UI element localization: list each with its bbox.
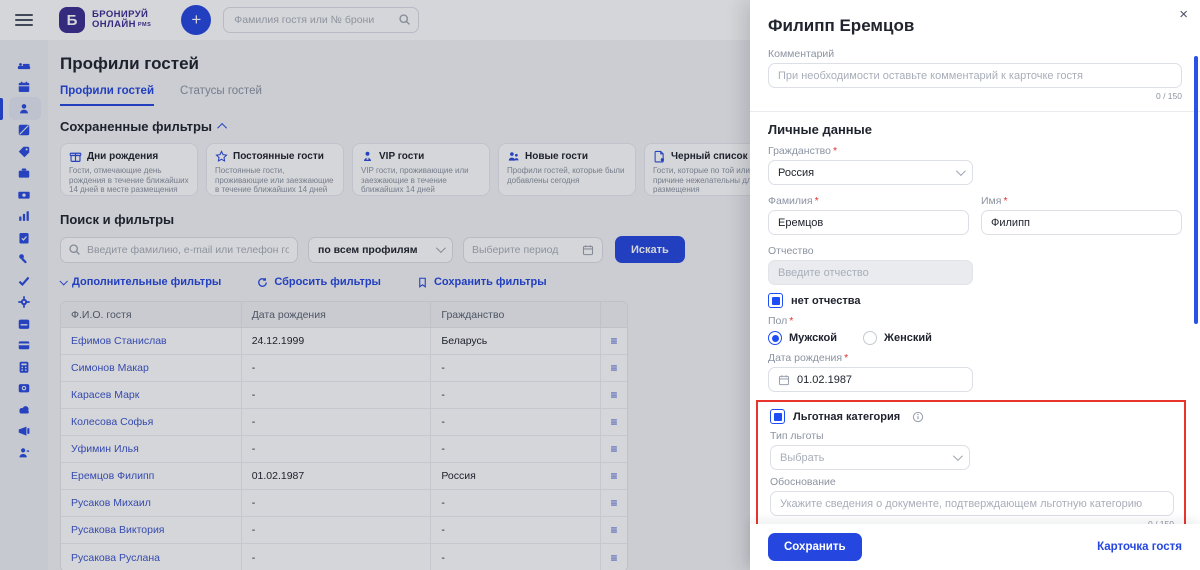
benefit-type-label: Тип льготы [770, 430, 1174, 442]
chevron-down-icon [953, 451, 963, 461]
drawer-title: Филипп Еремцов [768, 0, 1182, 36]
justification-label: Обоснование [770, 476, 1174, 488]
radio-unselected-icon [863, 331, 877, 345]
divider [750, 111, 1200, 112]
no-middle-name-checkbox[interactable]: нет отчества [768, 293, 1182, 308]
chevron-down-icon [956, 166, 966, 176]
radio-selected-icon [768, 331, 782, 345]
last-name-label: Фамилия* [768, 195, 969, 207]
birth-date-input[interactable]: 01.02.1987 [768, 367, 973, 392]
required-mark: * [833, 145, 837, 157]
required-mark: * [844, 352, 848, 364]
close-icon[interactable]: × [1179, 6, 1188, 24]
comment-label: Комментарий [768, 48, 1182, 60]
calendar-icon [778, 374, 790, 386]
citizenship-label: Гражданство* [768, 145, 1182, 157]
first-name-field[interactable] [981, 210, 1182, 235]
last-name-field[interactable] [768, 210, 969, 235]
guest-card-link[interactable]: Карточка гостя [1097, 541, 1182, 553]
save-button[interactable]: Сохранить [768, 533, 862, 561]
required-mark: * [815, 195, 819, 207]
checkbox-checked-icon [768, 293, 783, 308]
required-mark: * [1003, 195, 1007, 207]
gender-male-radio[interactable]: Мужской [768, 331, 837, 345]
gender-female-radio[interactable]: Женский [863, 331, 932, 345]
required-mark: * [789, 315, 793, 327]
birth-date-label: Дата рождения* [768, 352, 1182, 364]
comment-counter: 0 / 150 [768, 91, 1182, 101]
highlight-box-benefit-category: Льготная категория Тип льготы Выбрать Об… [756, 400, 1186, 535]
checkbox-checked-icon [770, 409, 785, 424]
first-name-label: Имя* [981, 195, 1182, 207]
benefit-category-checkbox[interactable]: Льготная категория [770, 409, 1174, 424]
citizenship-select[interactable]: Россия [768, 160, 973, 185]
drawer-footer: Сохранить Карточка гостя [750, 524, 1200, 570]
middle-name-field[interactable] [768, 260, 973, 285]
drawer-scrollbar-thumb[interactable] [1194, 56, 1198, 324]
gender-label: Пол* [768, 315, 1182, 327]
justification-input[interactable] [770, 491, 1174, 516]
personal-data-title: Личные данные [768, 122, 1182, 137]
middle-name-label: Отчество [768, 245, 1182, 257]
info-icon[interactable] [912, 411, 924, 423]
gender-radio-group: Мужской Женский [768, 331, 1182, 345]
benefit-type-select[interactable]: Выбрать [770, 445, 970, 470]
guest-edit-drawer: × Филипп Еремцов Комментарий 0 / 150 Лич… [750, 0, 1200, 570]
comment-input[interactable] [768, 63, 1182, 88]
